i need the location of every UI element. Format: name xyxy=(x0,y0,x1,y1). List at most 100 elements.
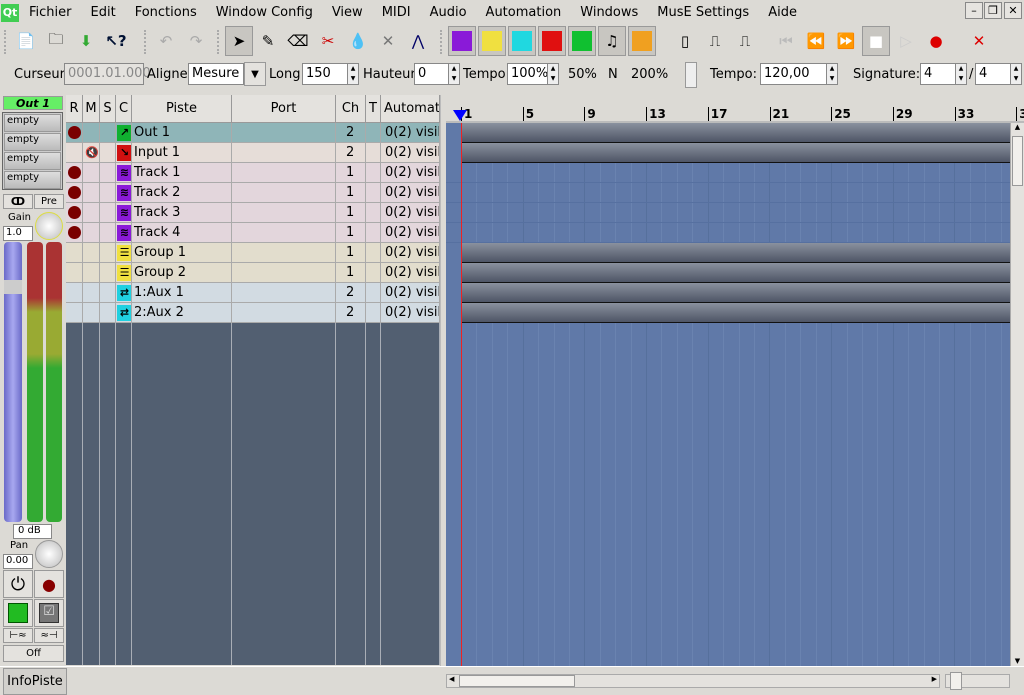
playhead-marker-icon[interactable] xyxy=(453,110,467,121)
column-header-c[interactable]: C xyxy=(116,95,132,123)
volume-db-input[interactable]: 0 dB xyxy=(13,524,52,539)
track-lane[interactable] xyxy=(446,223,1010,243)
scissors-tool-icon[interactable]: ✂ xyxy=(314,26,342,56)
track-name[interactable]: Track 4 xyxy=(132,225,180,240)
pan-knob[interactable] xyxy=(35,540,63,568)
menu-window-config[interactable]: Window Config xyxy=(216,5,313,20)
tempo-normal-button[interactable]: N xyxy=(608,67,618,82)
tempo-percent-spinner[interactable]: ▲ ▼ xyxy=(547,63,559,85)
track-row[interactable]: ☰ Group 2 1 0(2) visib xyxy=(66,263,440,283)
track-row[interactable]: ☰ Group 1 1 0(2) visib xyxy=(66,243,440,263)
tempo-spinner[interactable]: ▲ ▼ xyxy=(826,63,838,85)
output-route-icon[interactable]: ≈⊣ xyxy=(34,628,64,643)
record-enabled-icon[interactable] xyxy=(68,226,81,239)
play-icon[interactable]: ▷ xyxy=(892,26,920,56)
loop-icon[interactable]: ▯ xyxy=(671,26,699,56)
tempo-input[interactable]: 120,00 xyxy=(760,63,827,85)
track-automation[interactable]: 0(2) visib xyxy=(381,145,439,160)
master-track-toggle[interactable] xyxy=(685,62,697,88)
track-row[interactable]: ≋ Track 1 1 0(2) visib xyxy=(66,163,440,183)
new-file-icon[interactable]: 📄 xyxy=(12,26,40,56)
track-lane-part[interactable] xyxy=(461,283,1010,303)
signature-numerator-input[interactable]: 4 xyxy=(920,63,956,85)
close-button[interactable]: ✕ xyxy=(1004,2,1022,19)
pan-input[interactable]: 0.00 xyxy=(3,554,33,569)
column-header-port[interactable]: Port xyxy=(232,95,336,123)
track-channel[interactable]: 2 xyxy=(336,305,354,320)
track-automation[interactable]: 0(2) visib xyxy=(381,125,439,140)
pitch-input[interactable]: 0 xyxy=(414,63,449,85)
track-lane-part[interactable] xyxy=(461,303,1010,323)
track-channel[interactable]: 2 xyxy=(336,285,354,300)
track-channel[interactable]: 1 xyxy=(336,165,354,180)
track-lane-part[interactable] xyxy=(461,143,1010,163)
track-name[interactable]: Track 1 xyxy=(132,165,180,180)
track-channel[interactable]: 1 xyxy=(336,265,354,280)
pitch-spinner[interactable]: ▲ ▼ xyxy=(448,63,460,85)
track-automation[interactable]: 0(2) visib xyxy=(381,285,439,300)
track-row[interactable]: ≋ Track 2 1 0(2) visib xyxy=(66,183,440,203)
punch-out-icon[interactable]: ⎍ xyxy=(731,26,759,56)
record-icon[interactable]: ● xyxy=(922,26,950,56)
track-row[interactable]: ⇄ 2:Aux 2 2 0(2) visib xyxy=(66,303,440,323)
track-name[interactable]: Track 2 xyxy=(132,185,180,200)
track-lane[interactable] xyxy=(446,163,1010,183)
effect-slot[interactable]: empty xyxy=(4,171,61,189)
input-route-icon[interactable]: ⊢≈ xyxy=(3,628,33,643)
save-file-icon[interactable]: ⬇ xyxy=(72,26,100,56)
solo-checkbox-icon[interactable]: ☑ xyxy=(34,599,64,627)
menu-edit[interactable]: Edit xyxy=(91,5,116,20)
track-name[interactable]: Track 3 xyxy=(132,205,180,220)
pointer-tool-icon[interactable]: ➤ xyxy=(225,26,253,56)
track-automation[interactable]: 0(2) visib xyxy=(381,165,439,180)
volume-slider[interactable] xyxy=(4,242,22,522)
add-synth-icon[interactable] xyxy=(628,26,656,56)
panic-icon[interactable]: ✕ xyxy=(965,26,993,56)
signature-denominator-input[interactable]: 4 xyxy=(975,63,1011,85)
tab-infopiste[interactable]: InfoPiste xyxy=(3,668,67,695)
menu-view[interactable]: View xyxy=(332,5,363,20)
gain-input[interactable]: 1.0 xyxy=(3,226,33,241)
tempo-percent-input[interactable]: 100% xyxy=(507,63,548,85)
add-aux-icon[interactable] xyxy=(508,26,536,56)
automation-tool-icon[interactable]: ⋀ xyxy=(404,26,432,56)
record-enabled-icon[interactable] xyxy=(68,126,81,139)
open-file-icon[interactable]: 🗀 xyxy=(42,26,70,56)
track-automation[interactable]: 0(2) visib xyxy=(381,205,439,220)
track-automation[interactable]: 0(2) visib xyxy=(381,225,439,240)
redo-icon[interactable]: ↷ xyxy=(182,26,210,56)
tempo-50-button[interactable]: 50% xyxy=(568,67,597,82)
column-header-m[interactable]: M xyxy=(83,95,100,123)
track-channel[interactable]: 2 xyxy=(336,145,354,160)
track-row[interactable]: 🔇 ↘ Input 1 2 0(2) visib xyxy=(66,143,440,163)
add-midi-track-icon[interactable]: ♫ xyxy=(598,26,626,56)
add-group-icon[interactable] xyxy=(478,26,506,56)
horizontal-scrollbar[interactable]: ◀ ▶ xyxy=(446,674,940,688)
track-automation[interactable]: 0(2) visib xyxy=(381,245,439,260)
mute-speaker-icon[interactable] xyxy=(3,599,33,627)
chevron-down-icon[interactable]: ▼ xyxy=(244,62,266,86)
menu-audio[interactable]: Audio xyxy=(430,5,467,20)
power-icon[interactable]: ⏻ xyxy=(3,570,33,598)
track-lane-part[interactable] xyxy=(461,263,1010,283)
track-name[interactable]: Out 1 xyxy=(132,125,170,140)
column-header-t[interactable]: T xyxy=(366,95,381,123)
track-channel[interactable]: 1 xyxy=(336,245,354,260)
vertical-scrollbar[interactable]: ▲ ▼ xyxy=(1010,123,1024,667)
record-enabled-icon[interactable] xyxy=(68,206,81,219)
track-name[interactable]: 2:Aux 2 xyxy=(132,305,184,320)
add-input-icon[interactable] xyxy=(538,26,566,56)
tempo-200-button[interactable]: 200% xyxy=(631,67,668,82)
gain-knob[interactable] xyxy=(35,212,63,240)
zoom-slider[interactable] xyxy=(945,672,1010,690)
signature-numerator-spinner[interactable]: ▲ ▼ xyxy=(955,63,967,85)
column-header-s[interactable]: S xyxy=(100,95,116,123)
record-enabled-icon[interactable] xyxy=(68,166,81,179)
ruler[interactable]: 1 5 9 13 17 21 25 29 33 3 xyxy=(446,95,1024,123)
track-channel[interactable]: 1 xyxy=(336,225,354,240)
punch-in-icon[interactable]: ⎍ xyxy=(701,26,729,56)
mute-tool-icon[interactable]: ✕ xyxy=(374,26,402,56)
len-input[interactable]: 150 xyxy=(302,63,348,85)
menu-midi[interactable]: MIDI xyxy=(382,5,411,20)
record-enabled-icon[interactable] xyxy=(68,186,81,199)
